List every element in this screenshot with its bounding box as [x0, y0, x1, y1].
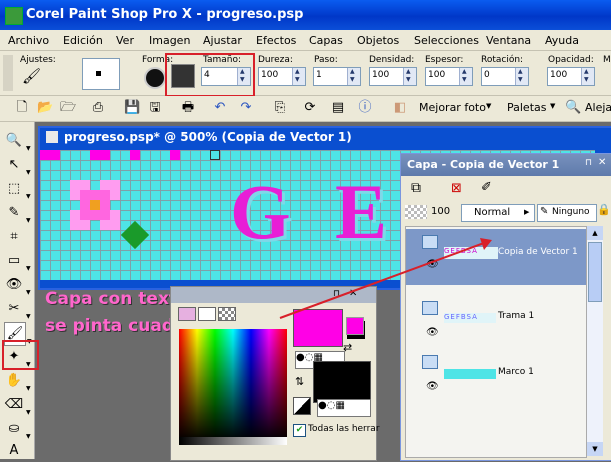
annotation-arrow	[279, 238, 492, 319]
